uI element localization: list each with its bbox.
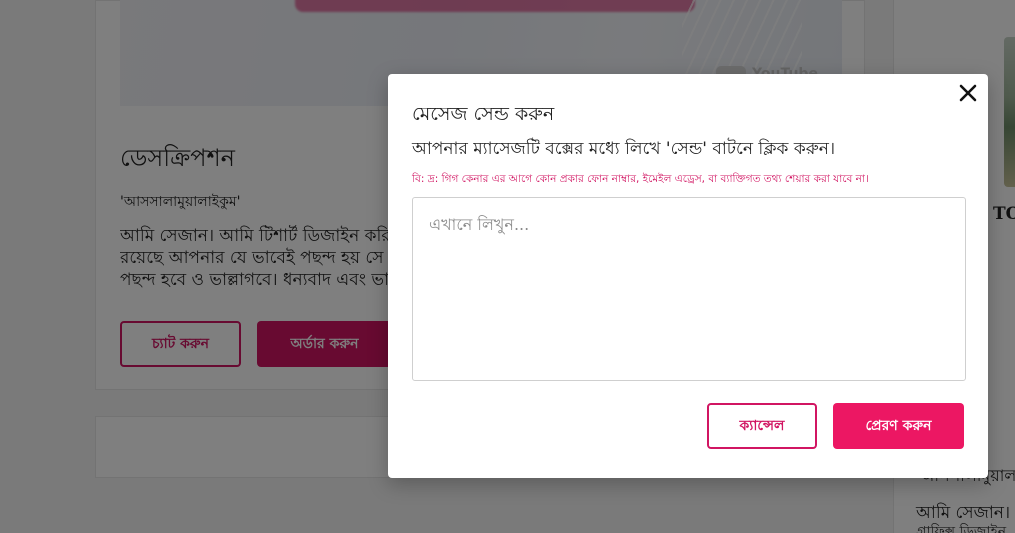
- send-message-modal: মেসেজ সেন্ড করুন আপনার ম্যাসেজটি বক্সের …: [388, 74, 988, 478]
- modal-instructions: আপনার ম্যাসেজটি বক্সের মধ্যে লিখে 'সেন্ড…: [412, 139, 836, 159]
- message-textarea[interactable]: [412, 197, 966, 381]
- close-button[interactable]: [954, 79, 982, 107]
- close-icon: [959, 84, 977, 102]
- send-button[interactable]: প্রেরণ করুন: [833, 403, 964, 449]
- modal-title: মেসেজ সেন্ড করুন: [412, 103, 555, 125]
- cancel-button[interactable]: ক্যান্সেল: [707, 403, 817, 449]
- modal-warning: বি: দ্র: গিগ কেনার এর আগে কোন প্রকার ফোন…: [412, 173, 869, 185]
